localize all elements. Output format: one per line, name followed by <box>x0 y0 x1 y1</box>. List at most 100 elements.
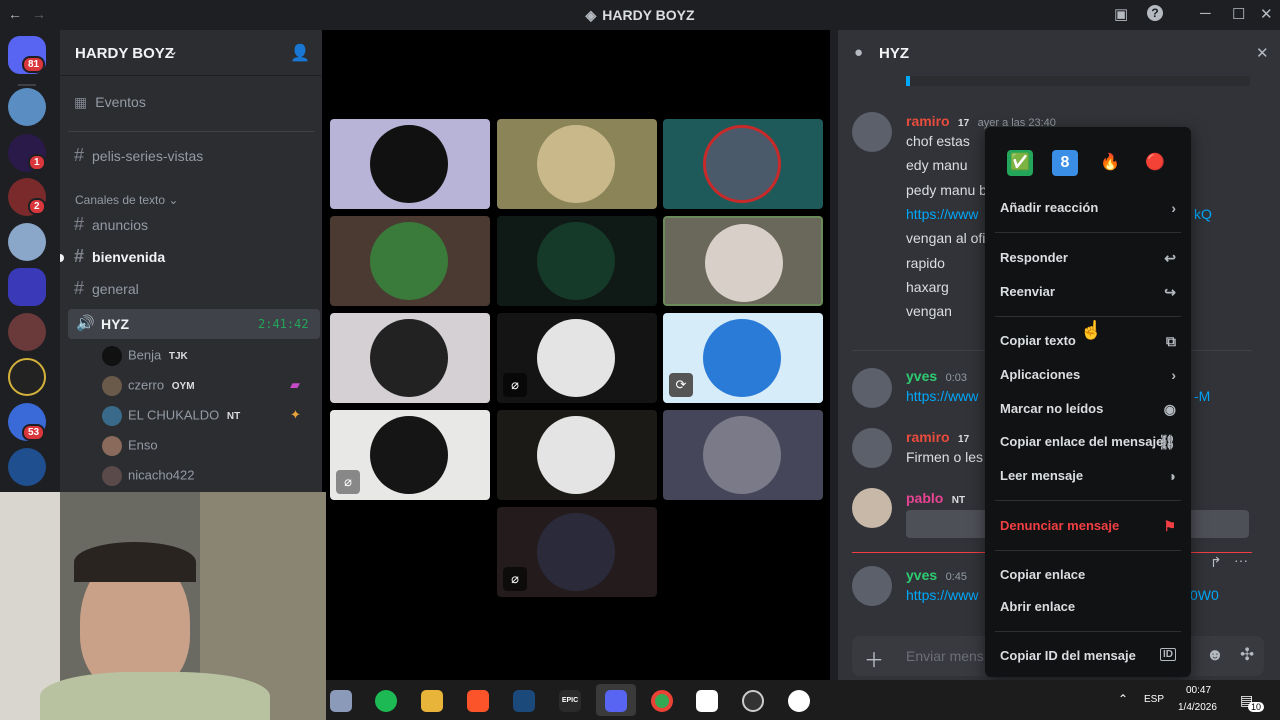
brave-icon[interactable] <box>467 690 489 712</box>
participant-tile[interactable]: ⌀ <box>497 507 657 597</box>
invite-people-icon[interactable]: 👤 <box>290 43 310 63</box>
message-link-end[interactable]: 0W0 <box>1190 587 1219 603</box>
app-icon[interactable] <box>696 690 718 712</box>
menu-add-reaction[interactable]: Añadir reacción › <box>1000 200 1176 220</box>
message-link-end[interactable]: kQ <box>1194 206 1212 222</box>
server-icon-5[interactable] <box>8 268 46 306</box>
avatar[interactable] <box>852 488 892 528</box>
menu-copy-link[interactable]: Copiar enlace <box>1000 567 1176 587</box>
server-icon-latam-league[interactable] <box>8 358 46 396</box>
username[interactable]: yves <box>906 567 937 583</box>
username[interactable]: pablo <box>906 490 943 506</box>
steam-icon[interactable] <box>513 690 535 712</box>
epic-games-icon[interactable]: EPIC <box>559 690 581 712</box>
language-indicator[interactable]: ESP <box>1144 694 1164 705</box>
menu-copy-message-id[interactable]: Copiar ID del mensaje ID <box>1000 648 1176 668</box>
muted-icon: ⌀ <box>336 470 360 494</box>
hash-icon: # <box>74 278 85 298</box>
voice-user-enso[interactable]: Enso <box>102 436 158 456</box>
close-window-button[interactable]: ✕ <box>1260 5 1273 23</box>
reaction-eight[interactable]: 8 <box>1052 150 1078 176</box>
menu-report-message[interactable]: Denunciar mensaje ⚑ <box>1000 518 1176 538</box>
voice-channel-hyz[interactable]: 🔊 HYZ 2:41:42 <box>68 309 320 339</box>
reaction-red-circle[interactable]: 🔴 <box>1142 150 1168 176</box>
avatar <box>370 416 448 494</box>
voice-user-nicacho422[interactable]: nicacho422 <box>102 466 195 486</box>
screen-share-icon[interactable]: ▣ <box>1114 5 1128 23</box>
participant-tile[interactable] <box>497 119 657 209</box>
avatar[interactable] <box>852 368 892 408</box>
clock-time[interactable]: 00:47 <box>1186 685 1211 696</box>
participant-tile[interactable]: ⌀ <box>497 313 657 403</box>
menu-reply[interactable]: Responder ↩ <box>1000 250 1176 270</box>
avatar <box>370 319 448 397</box>
avatar[interactable] <box>852 112 892 152</box>
channel-bienvenida[interactable]: # bienvenida <box>74 246 165 267</box>
file-explorer-icon[interactable] <box>421 690 443 712</box>
message-link[interactable]: https://www <box>906 388 978 404</box>
participant-tile[interactable] <box>497 216 657 306</box>
app-icon[interactable] <box>788 690 810 712</box>
participant-tile[interactable] <box>663 119 823 209</box>
menu-open-link[interactable]: Abrir enlace <box>1000 599 1176 619</box>
channel-anuncios[interactable]: # anuncios <box>74 214 148 235</box>
server-icon-6[interactable] <box>8 313 46 351</box>
reaction-check[interactable]: ✅ <box>1007 150 1033 176</box>
message-link[interactable]: https://www <box>906 206 978 222</box>
channel-pelis-series-vistas[interactable]: # pelis-series-vistas <box>74 145 203 166</box>
apps-icon[interactable]: ✣ <box>1240 645 1254 665</box>
server-icon-9[interactable] <box>8 448 46 486</box>
emoji-icon[interactable]: ☻ <box>1206 645 1224 665</box>
participant-tile[interactable] <box>497 410 657 500</box>
discord-icon[interactable] <box>605 690 627 712</box>
app-icon[interactable] <box>742 690 764 712</box>
maximize-button[interactable]: ☐ <box>1232 5 1245 23</box>
username[interactable]: ramiro <box>906 429 950 445</box>
menu-separator <box>995 631 1181 632</box>
forward-icon[interactable]: ↱ <box>1210 554 1222 571</box>
message-link-end[interactable]: -M <box>1194 388 1210 404</box>
reaction-fire[interactable]: 🔥 <box>1097 150 1123 176</box>
spotify-icon[interactable] <box>375 690 397 712</box>
close-chat-button[interactable]: ✕ <box>1256 44 1269 62</box>
server-icon-4[interactable] <box>8 223 46 261</box>
menu-copy-message-link[interactable]: Copiar enlace del mensaje ⛓ <box>1000 434 1176 454</box>
participant-tile[interactable]: ⟳ <box>663 313 823 403</box>
participant-tile[interactable] <box>663 410 823 500</box>
server-icon-1[interactable] <box>8 88 46 126</box>
avatar[interactable] <box>852 428 892 468</box>
menu-forward[interactable]: Reenviar ↪ <box>1000 284 1176 304</box>
rail-divider <box>18 84 36 86</box>
avatar[interactable] <box>852 566 892 606</box>
voice-user-czerro[interactable]: czerro OYM <box>102 376 195 396</box>
message-context-menu: ✅ 8 🔥 🔴 Añadir reacción › Responder ↩ Reen… <box>985 127 1191 677</box>
participant-tile-speaking[interactable] <box>663 216 823 306</box>
chevron-up-icon[interactable]: ⌃ <box>1118 692 1128 706</box>
copy-icon: ⧉ <box>1166 333 1176 349</box>
participant-tile[interactable]: ⌀ <box>330 410 490 500</box>
clock-date[interactable]: 1/4/2026 <box>1178 702 1217 713</box>
voice-user-benja[interactable]: Benja TJK <box>102 346 188 366</box>
server-header[interactable]: HARDY BOYZ ⌄ 👤 <box>60 30 322 76</box>
add-attachment-icon[interactable]: ＋ <box>864 644 884 673</box>
chrome-icon[interactable] <box>651 690 673 712</box>
message-link[interactable]: https://www <box>906 587 978 603</box>
help-icon[interactable]: ? <box>1147 5 1163 21</box>
voice-user-el-chukaldo[interactable]: EL CHUKALDO NT <box>102 406 240 426</box>
category-text-channels[interactable]: Canales de texto ⌄ <box>75 193 178 207</box>
participant-tile[interactable] <box>330 119 490 209</box>
username[interactable]: ramiro <box>906 113 950 129</box>
menu-mark-unread[interactable]: Marcar no leídos ◉ <box>1000 401 1176 421</box>
minimize-button[interactable]: ─ <box>1200 5 1211 22</box>
channel-general[interactable]: # general <box>74 278 139 299</box>
participant-tile[interactable] <box>330 313 490 403</box>
more-options-icon[interactable]: ··· <box>1234 552 1248 568</box>
app-icon[interactable] <box>330 690 352 712</box>
username[interactable]: yves <box>906 368 937 384</box>
message-input[interactable]: Enviar mens <box>906 648 984 664</box>
participant-tile[interactable] <box>330 216 490 306</box>
events-item[interactable]: ▦ Eventos <box>74 94 146 111</box>
menu-read-message[interactable]: Leer mensaje ◑ <box>1000 468 1176 488</box>
chevron-down-icon: ⌄ <box>168 44 179 58</box>
menu-apps[interactable]: Aplicaciones › <box>1000 367 1176 387</box>
